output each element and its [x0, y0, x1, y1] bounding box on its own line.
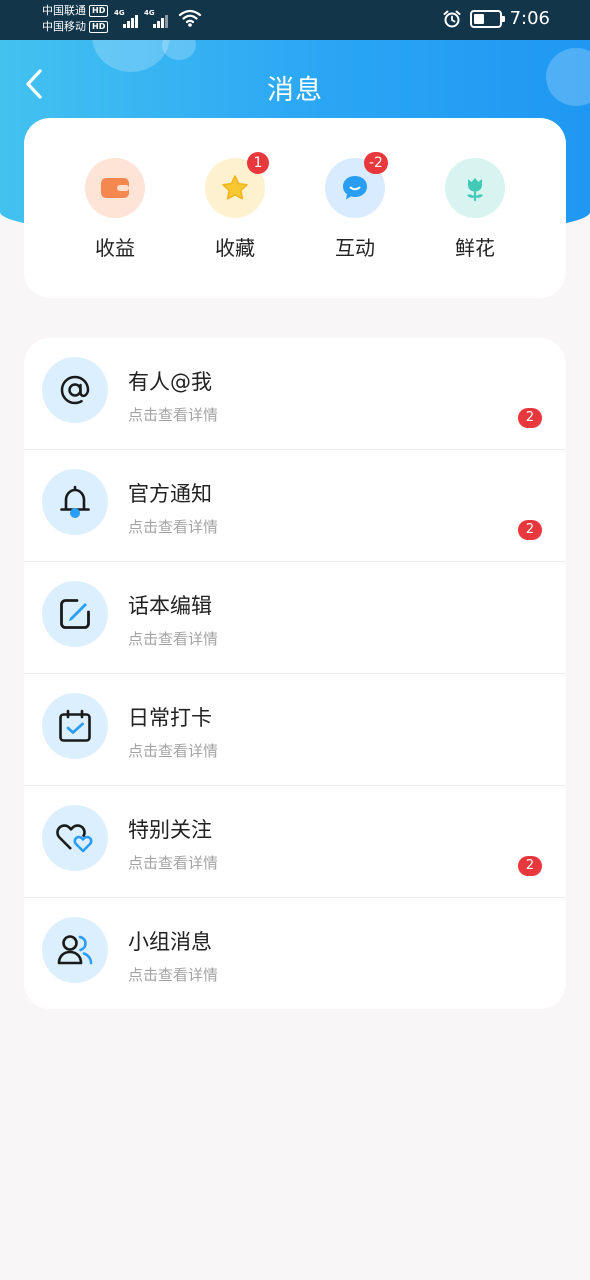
hd-badge: HD: [89, 5, 109, 17]
bell-icon: [42, 469, 108, 535]
carrier-info: 中国联通 HD 中国移动 HD: [42, 3, 109, 35]
status-bar: 中国联通 HD 中国移动 HD 4G 4G 7:06: [0, 0, 590, 40]
category-label: 鲜花: [455, 236, 495, 260]
message-list: 有人@我 点击查看详情 2 官方通知 点击查看详情 2 话本编辑 点击查看详情: [24, 338, 566, 1009]
carrier-1-label: 中国联通: [42, 4, 86, 17]
message-item-mentions[interactable]: 有人@我 点击查看详情 2: [24, 338, 566, 450]
message-item-script-editor[interactable]: 话本编辑 点击查看详情: [24, 562, 566, 674]
category-label: 互动: [335, 236, 375, 260]
message-subtitle: 点击查看详情: [128, 406, 219, 424]
category-label: 收益: [95, 236, 135, 260]
calendar-check-icon: [42, 693, 108, 759]
message-subtitle: 点击查看详情: [128, 966, 219, 984]
message-subtitle: 点击查看详情: [128, 742, 219, 760]
unread-badge: 2: [518, 408, 542, 428]
at-icon: [42, 357, 108, 423]
message-subtitle: 点击查看详情: [128, 854, 219, 872]
category-flowers[interactable]: 鲜花: [415, 158, 535, 298]
interaction-badge: -2: [364, 152, 388, 174]
message-item-daily-checkin[interactable]: 日常打卡 点击查看详情: [24, 674, 566, 786]
clock: 7:06: [509, 8, 550, 29]
edit-icon: [42, 581, 108, 647]
category-label: 收藏: [215, 236, 255, 260]
message-title: 官方通知: [128, 482, 212, 506]
favorites-badge: 1: [247, 152, 269, 174]
unread-badge: 2: [518, 856, 542, 876]
unread-badge: 2: [518, 520, 542, 540]
message-item-official-notice[interactable]: 官方通知 点击查看详情 2: [24, 450, 566, 562]
signal-icon: 4G: [144, 8, 170, 28]
wallet-icon: [85, 158, 145, 218]
battery-icon: [469, 9, 505, 28]
decor-bubble: [162, 40, 196, 60]
message-title: 日常打卡: [128, 706, 212, 730]
carrier-2-label: 中国移动: [42, 20, 86, 33]
message-subtitle: 点击查看详情: [128, 518, 219, 536]
flower-icon: [445, 158, 505, 218]
category-earnings[interactable]: 收益: [55, 158, 175, 298]
category-favorites[interactable]: 收藏 1: [175, 152, 295, 298]
message-title: 小组消息: [128, 930, 212, 954]
page-title: 消息: [267, 75, 323, 106]
signal-icon: 4G: [114, 8, 140, 28]
message-title: 话本编辑: [128, 594, 212, 618]
wifi-icon: [178, 9, 202, 27]
message-subtitle: 点击查看详情: [128, 630, 219, 648]
hd-badge: HD: [89, 21, 109, 33]
alarm-icon: [443, 10, 461, 27]
message-item-group[interactable]: 小组消息 点击查看详情: [24, 898, 566, 1009]
message-title: 特别关注: [128, 818, 212, 842]
quick-categories-card: 收益 收藏 1 互动 -2 鲜花: [24, 118, 566, 298]
category-interaction[interactable]: 互动 -2: [295, 152, 415, 298]
group-icon: [42, 917, 108, 983]
message-title: 有人@我: [128, 370, 212, 394]
message-item-special-follow[interactable]: 特别关注 点击查看详情 2: [24, 786, 566, 898]
hearts-icon: [42, 805, 108, 871]
